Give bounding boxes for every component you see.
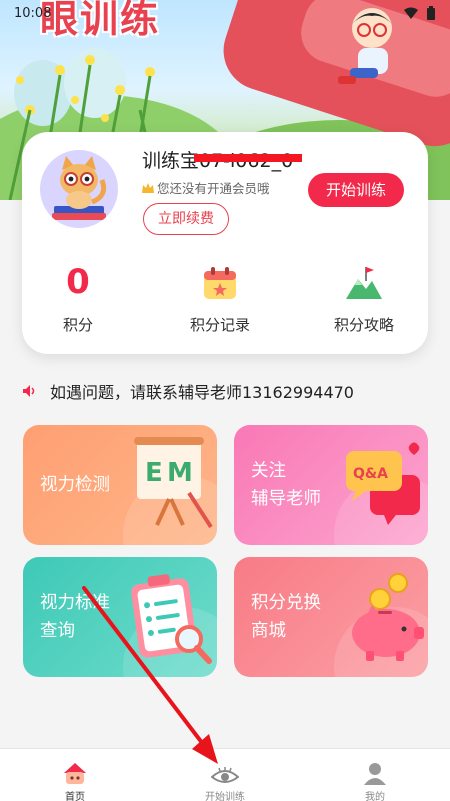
cat-avatar-icon [52,156,107,220]
tab-start-training-label: 开始训练 [205,792,245,801]
tile-points-mall-line1: 积分兑换 [251,593,321,613]
user-icon [364,763,386,785]
calendar-icon [204,267,236,299]
bottom-tab-bar: 首页 开始训练 我的 [0,748,450,801]
mountain-flag-icon [346,267,382,299]
tab-mine[interactable]: 我的 [300,749,450,801]
wifi-icon [404,7,418,19]
avatar[interactable] [40,150,118,228]
tile-points-mall-line2: 商城 [251,621,286,641]
stats-row: 0 积分 积分记录 积分攻略 [22,260,428,340]
eye-chart-icon: E M [134,437,213,529]
tab-home[interactable]: 首页 [0,749,150,801]
crown-icon [142,182,154,193]
tile-vision-standard-label: 视力标准 查询 [40,589,110,645]
tile-points-mall-label: 积分兑换 商城 [251,589,321,645]
eye-icon [211,767,239,783]
tile-follow-tutor[interactable]: 关注 辅导老师 Q&A [234,425,428,545]
member-note-text: 您还没有开通会员哦 [157,181,270,196]
qa-bubble-icon: Q&A [346,442,420,525]
status-time: 10:08 [14,5,52,21]
start-training-button[interactable]: 开始训练 [308,173,404,207]
svg-text:Q&A: Q&A [353,466,388,482]
tile-vision-standard-line2: 查询 [40,621,75,641]
tile-vision-test-label: 视力检测 [40,475,110,495]
notice-bar: 如遇问题，请联系辅导老师13162994470 [22,378,354,404]
points-record-label: 积分记录 [189,316,250,334]
tile-vision-standard[interactable]: 视力标准 查询 [23,557,217,677]
tile-follow-tutor-label: 关注 辅导老师 [251,457,321,513]
tile-vision-standard-line1: 视力标准 [40,593,110,613]
tab-start-training[interactable]: 开始训练 [150,749,300,801]
points-value: 0 [66,262,90,302]
tab-home-label: 首页 [65,792,85,801]
tile-points-mall[interactable]: 积分兑换 商城 [234,557,428,677]
notice-text: 如遇问题，请联系辅导老师13162994470 [50,383,354,402]
points-guide-label: 积分攻略 [333,316,394,334]
tile-follow-tutor-line2: 辅导老师 [251,489,321,509]
tile-follow-tutor-line1: 关注 [251,461,286,481]
member-note: 您还没有开通会员哦 [142,178,270,197]
clipboard-search-icon [131,574,212,664]
svg-text:E: E [145,458,163,488]
tab-mine-label: 我的 [365,792,385,801]
speaker-icon [23,385,35,397]
piggy-bank-icon [352,573,424,661]
stat-points-record[interactable]: 积分记录 [160,260,280,335]
stat-points-guide[interactable]: 积分攻略 [304,260,424,335]
svg-text:M: M [167,458,193,488]
stat-points[interactable]: 0 积分 [18,260,138,335]
redaction-mark [194,154,302,162]
profile-card: 训练宝07-l062_0 您还没有开通会员哦 立即续费 开始训练 0 积分 积分… [22,132,428,354]
home-icon [64,763,86,784]
battery-icon [427,6,435,20]
tile-vision-test[interactable]: 视力检测 E M [23,425,217,545]
points-label: 积分 [62,316,93,334]
status-bar: 10:08 [0,0,450,26]
renew-button[interactable]: 立即续费 [143,203,229,235]
